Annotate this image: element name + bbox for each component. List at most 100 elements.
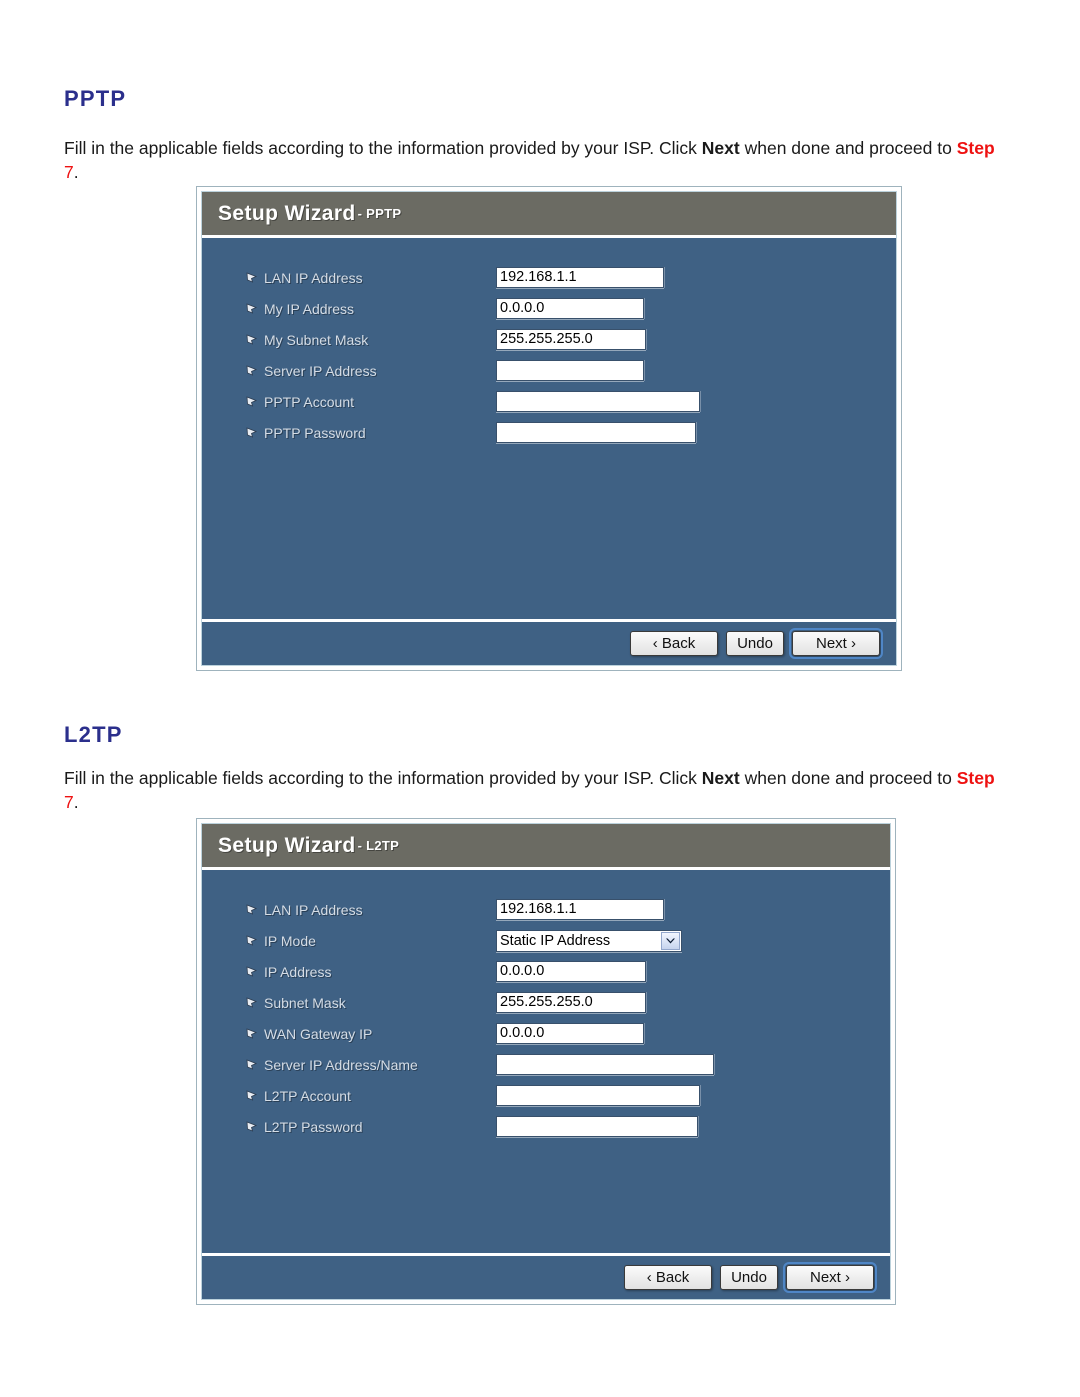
back-button[interactable]: ‹ Back	[624, 1265, 712, 1290]
panel-header-l2tp: Setup Wizard - L2TP	[202, 824, 890, 870]
pptp-password-input[interactable]	[496, 422, 696, 443]
chevron-down-icon[interactable]	[661, 931, 680, 950]
server-ip-address-name-input[interactable]	[496, 1054, 714, 1075]
flag-arrow-icon	[246, 965, 258, 978]
wan-gateway-ip-input[interactable]: 0.0.0.0	[496, 1023, 644, 1044]
field-label: IP Address	[246, 964, 496, 980]
para-lead: Fill in the applicable fields according …	[64, 767, 702, 788]
l2tp-password-input[interactable]	[496, 1116, 698, 1137]
ip-mode-select[interactable]: Static IP Address	[496, 929, 682, 952]
field-label-text: Subnet Mask	[264, 994, 346, 1011]
section-heading-pptp: PPTP	[64, 86, 127, 112]
field-label: Server IP Address/Name	[246, 1057, 496, 1073]
subnet-mask-input[interactable]: 255.255.255.0	[496, 992, 646, 1013]
field-label-text: My IP Address	[264, 300, 355, 317]
para-step-number: 7	[64, 791, 74, 812]
form-row-subnet-mask: Subnet Mask 255.255.255.0	[202, 987, 890, 1018]
form-row-pptp-password: PPTP Password	[202, 417, 896, 448]
field-label: LAN IP Address	[246, 270, 496, 286]
field-label-text: My Subnet Mask	[264, 331, 369, 348]
para-step-word: Step	[956, 137, 995, 158]
form-row-ip-address: IP Address 0.0.0.0	[202, 956, 890, 987]
panel-header-pptp: Setup Wizard - PPTP	[202, 192, 896, 238]
field-label-text: L2TP Account	[264, 1087, 351, 1104]
next-button[interactable]: Next ›	[789, 628, 883, 659]
flag-arrow-icon	[246, 903, 258, 916]
panel-subtitle: - PPTP	[357, 206, 402, 221]
field-label: L2TP Password	[246, 1119, 496, 1135]
field-label: PPTP Account	[246, 394, 496, 410]
field-label-text: Server IP Address	[264, 362, 377, 379]
field-label-text: Server IP Address/Name	[264, 1056, 418, 1073]
flag-arrow-icon	[246, 1027, 258, 1040]
field-label-text: PPTP Password	[264, 424, 366, 441]
my-subnet-mask-input[interactable]: 255.255.255.0	[496, 329, 646, 350]
flag-arrow-icon	[246, 1120, 258, 1133]
next-button[interactable]: Next ›	[783, 1262, 877, 1293]
undo-button[interactable]: Undo	[720, 1265, 778, 1290]
form-row-my-ip-address: My IP Address 0.0.0.0	[202, 293, 896, 324]
flag-arrow-icon	[246, 996, 258, 1009]
pptp-account-input[interactable]	[496, 391, 700, 412]
field-label-text: LAN IP Address	[264, 269, 363, 286]
field-label-text: WAN Gateway IP	[264, 1025, 373, 1042]
flag-arrow-icon	[246, 271, 258, 284]
form-row-lan-ip-address: LAN IP Address 192.168.1.1	[202, 894, 890, 925]
panel-inner: Setup Wizard - PPTP LAN IP Address 192.1…	[201, 191, 897, 666]
flag-arrow-icon	[246, 934, 258, 947]
panel-footer-pptp: ‹ Back Undo Next ›	[202, 619, 896, 665]
field-label-text: L2TP Password	[264, 1118, 363, 1135]
field-label-text: IP Address	[264, 963, 332, 980]
para-mid: when done and proceed to	[739, 767, 957, 788]
ip-mode-selected-value: Static IP Address	[500, 932, 611, 949]
my-ip-address-input[interactable]: 0.0.0.0	[496, 298, 644, 319]
para-step-number: 7	[64, 161, 74, 182]
panel-inner: Setup Wizard - L2TP LAN IP Address 192.1…	[201, 823, 891, 1300]
field-label-text: PPTP Account	[264, 393, 355, 410]
lan-ip-address-input[interactable]: 192.168.1.1	[496, 899, 664, 920]
l2tp-account-input[interactable]	[496, 1085, 700, 1106]
field-label: LAN IP Address	[246, 902, 496, 918]
para-end: .	[73, 161, 79, 182]
panel-body-l2tp: LAN IP Address 192.168.1.1 IP Mode Stati…	[202, 870, 890, 1253]
field-label-text: LAN IP Address	[264, 901, 363, 918]
para-lead: Fill in the applicable fields according …	[64, 137, 702, 158]
panel-body-pptp: LAN IP Address 192.168.1.1 My IP Address…	[202, 238, 896, 619]
para-step-word: Step	[956, 767, 995, 788]
para-next-bold: Next	[701, 767, 740, 788]
form-row-server-ip-address-name: Server IP Address/Name	[202, 1049, 890, 1080]
field-label: My Subnet Mask	[246, 332, 496, 348]
panel-subtitle: - L2TP	[357, 838, 400, 853]
field-label: IP Mode	[246, 933, 496, 949]
flag-arrow-icon	[246, 1089, 258, 1102]
field-label: PPTP Password	[246, 425, 496, 441]
field-label: Server IP Address	[246, 363, 496, 379]
undo-button[interactable]: Undo	[726, 631, 784, 656]
field-label: L2TP Account	[246, 1088, 496, 1104]
field-label: WAN Gateway IP	[246, 1026, 496, 1042]
form-row-lan-ip-address: LAN IP Address 192.168.1.1	[202, 262, 896, 293]
server-ip-address-input[interactable]	[496, 360, 644, 381]
para-mid: when done and proceed to	[739, 137, 957, 158]
section-heading-l2tp: L2TP	[64, 722, 123, 748]
form-row-l2tp-account: L2TP Account	[202, 1080, 890, 1111]
flag-arrow-icon	[246, 426, 258, 439]
panel-title: Setup Wizard	[218, 833, 356, 857]
form-row-server-ip-address: Server IP Address	[202, 355, 896, 386]
panel-footer-l2tp: ‹ Back Undo Next ›	[202, 1253, 890, 1299]
lan-ip-address-input[interactable]: 192.168.1.1	[496, 267, 664, 288]
section-paragraph-pptp: Fill in the applicable fields according …	[64, 136, 1014, 184]
flag-arrow-icon	[246, 1058, 258, 1071]
flag-arrow-icon	[246, 333, 258, 346]
form-row-wan-gateway-ip: WAN Gateway IP 0.0.0.0	[202, 1018, 890, 1049]
back-button[interactable]: ‹ Back	[630, 631, 718, 656]
flag-arrow-icon	[246, 364, 258, 377]
ip-address-input[interactable]: 0.0.0.0	[496, 961, 646, 982]
para-end: .	[73, 791, 79, 812]
field-label-text: IP Mode	[264, 932, 316, 949]
field-label: My IP Address	[246, 301, 496, 317]
para-next-bold: Next	[701, 137, 740, 158]
setup-wizard-panel-pptp: Setup Wizard - PPTP LAN IP Address 192.1…	[196, 186, 902, 671]
form-row-pptp-account: PPTP Account	[202, 386, 896, 417]
setup-wizard-panel-l2tp: Setup Wizard - L2TP LAN IP Address 192.1…	[196, 818, 896, 1305]
